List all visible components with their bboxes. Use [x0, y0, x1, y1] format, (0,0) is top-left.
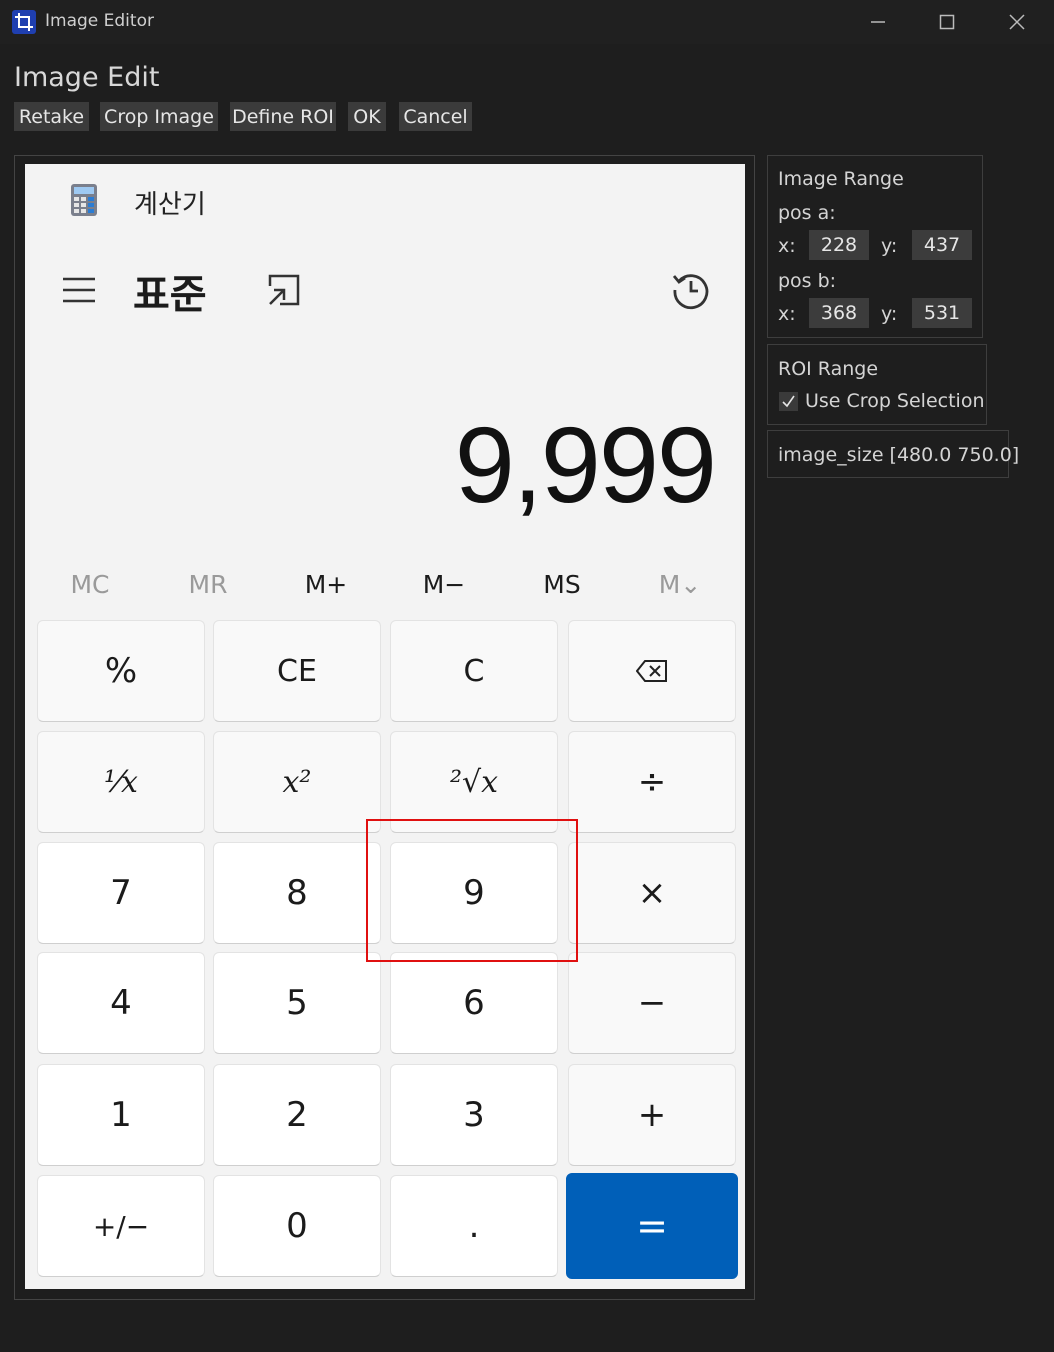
decimal-key[interactable]: .	[390, 1175, 558, 1277]
memory-recall-button[interactable]: MR	[149, 566, 267, 602]
clear-key[interactable]: C	[390, 620, 558, 722]
memory-list-button[interactable]: M⌄	[621, 566, 739, 602]
calculator-app-icon	[71, 184, 97, 220]
calculator-display: 9,999	[454, 404, 717, 525]
use-crop-selection-checkbox[interactable]	[779, 392, 798, 411]
square-key[interactable]: x²	[213, 731, 381, 833]
ok-button[interactable]: OK	[348, 102, 386, 131]
keep-on-top-icon[interactable]	[266, 272, 302, 312]
pos-a-x-field[interactable]: 228	[809, 230, 869, 260]
pos-a-label: pos a:	[778, 202, 836, 224]
crop-selection-rectangle[interactable]	[366, 819, 578, 962]
pos-a-y-label: y:	[881, 235, 898, 257]
digit-8-key[interactable]: 8	[213, 842, 381, 944]
maximize-button[interactable]	[925, 8, 969, 36]
pos-b-y-label: y:	[881, 303, 898, 325]
title-bar: Image Editor	[0, 0, 1054, 44]
calculator-mode-title: 표준	[133, 272, 207, 318]
use-crop-selection-label[interactable]: Use Crop Selection	[805, 390, 984, 412]
pos-b-x-label: x:	[778, 303, 796, 325]
checkmark-icon	[782, 395, 795, 408]
image-size-text: image_size [480.0 750.0]	[778, 444, 1020, 466]
clear-entry-key[interactable]: CE	[213, 620, 381, 722]
pos-b-x-field[interactable]: 368	[809, 298, 869, 328]
divide-key[interactable]: ÷	[568, 731, 736, 833]
digit-0-key[interactable]: 0	[213, 1175, 381, 1277]
pos-a-x-label: x:	[778, 235, 796, 257]
hamburger-menu-icon[interactable]	[62, 277, 96, 307]
calculator-title: 계산기	[134, 190, 206, 220]
image-range-panel: Image Range pos a: x: 228 y: 437 pos b: …	[767, 155, 983, 338]
square-root-key[interactable]: ²√x	[390, 731, 558, 833]
crop-app-icon	[12, 10, 36, 34]
history-icon[interactable]	[671, 270, 711, 314]
image-size-panel: image_size [480.0 750.0]	[767, 430, 1019, 478]
digit-6-key[interactable]: 6	[390, 952, 558, 1054]
backspace-key[interactable]	[568, 620, 736, 722]
retake-button[interactable]: Retake	[14, 102, 89, 131]
digit-1-key[interactable]: 1	[37, 1064, 205, 1166]
crop-image-button[interactable]: Crop Image	[100, 102, 218, 131]
memory-subtract-button[interactable]: M−	[385, 566, 503, 602]
equals-key[interactable]: =	[566, 1173, 738, 1279]
close-icon	[1009, 14, 1025, 30]
backspace-icon	[636, 660, 667, 682]
percent-key[interactable]: %	[37, 620, 205, 722]
memory-store-button[interactable]: MS	[503, 566, 621, 602]
reciprocal-key[interactable]: ¹⁄x	[37, 731, 205, 833]
maximize-icon	[939, 14, 955, 30]
digit-7-key[interactable]: 7	[37, 842, 205, 944]
pos-a-y-field[interactable]: 437	[912, 230, 972, 260]
minimize-icon	[871, 21, 885, 23]
memory-add-button[interactable]: M+	[267, 566, 385, 602]
memory-clear-button[interactable]: MC	[31, 566, 149, 602]
captured-image[interactable]: 계산기 표준 9,999 MC MR M+ M− MS M⌄ % CE C ¹⁄…	[25, 164, 745, 1289]
roi-range-panel: ROI Range Use Crop Selection	[767, 344, 987, 425]
close-button[interactable]	[995, 8, 1039, 36]
digit-2-key[interactable]: 2	[213, 1064, 381, 1166]
pos-b-y-field[interactable]: 531	[912, 298, 972, 328]
image-range-title: Image Range	[778, 168, 904, 190]
define-roi-button[interactable]: Define ROI	[230, 102, 336, 131]
pos-b-label: pos b:	[778, 270, 837, 292]
roi-range-title: ROI Range	[778, 358, 879, 380]
cancel-button[interactable]: Cancel	[399, 102, 472, 131]
minimize-button[interactable]	[856, 8, 900, 36]
multiply-key[interactable]: ×	[568, 842, 736, 944]
digit-3-key[interactable]: 3	[390, 1064, 558, 1166]
subtract-key[interactable]: −	[568, 952, 736, 1054]
editor-heading: Image Edit	[14, 62, 160, 93]
digit-4-key[interactable]: 4	[37, 952, 205, 1054]
negate-key[interactable]: +/−	[37, 1175, 205, 1277]
digit-5-key[interactable]: 5	[213, 952, 381, 1054]
window-title: Image Editor	[45, 11, 154, 31]
add-key[interactable]: +	[568, 1064, 736, 1166]
